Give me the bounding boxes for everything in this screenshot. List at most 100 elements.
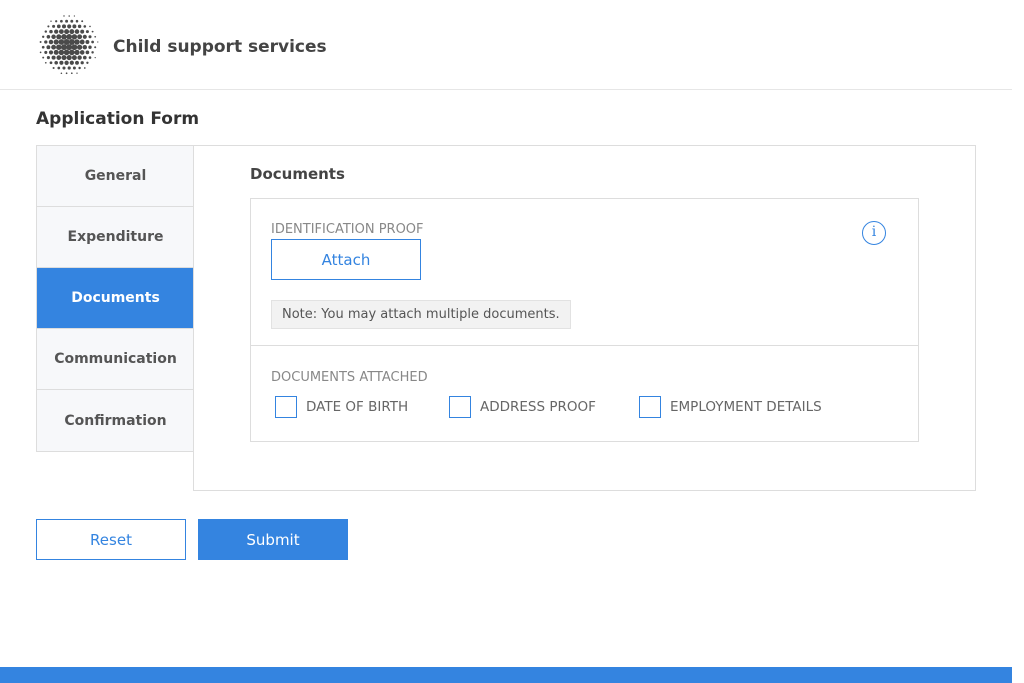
logo-dot bbox=[53, 39, 59, 45]
logo-dot bbox=[61, 55, 67, 61]
reset-button[interactable]: Reset bbox=[36, 519, 186, 560]
logo-dot bbox=[60, 72, 63, 74]
logo-dot bbox=[49, 61, 53, 65]
section-title: Documents bbox=[250, 165, 345, 183]
logo-dot bbox=[68, 49, 75, 56]
logo-dot bbox=[56, 55, 62, 60]
form-sidebar: General Expenditure Documents Communicat… bbox=[36, 145, 194, 452]
logo-dot bbox=[42, 35, 45, 38]
logo-dot bbox=[86, 61, 89, 64]
info-icon[interactable]: i bbox=[862, 221, 886, 245]
application-form: General Expenditure Documents Communicat… bbox=[36, 145, 976, 491]
documents-box: IDENTIFICATION PROOF Attach i Note: You … bbox=[250, 198, 919, 442]
logo-dot bbox=[59, 60, 64, 65]
logo-dot bbox=[85, 50, 90, 55]
documents-panel: Documents IDENTIFICATION PROOF Attach i … bbox=[193, 145, 976, 491]
logo-dot bbox=[68, 39, 75, 45]
logo-dot bbox=[71, 44, 78, 51]
sidebar-item-documents[interactable]: Documents bbox=[37, 268, 194, 329]
logo-dot bbox=[44, 40, 48, 44]
logo-dot bbox=[52, 66, 55, 70]
logo-dot bbox=[50, 20, 52, 22]
logo-dot bbox=[77, 55, 82, 60]
logo-dot bbox=[74, 39, 80, 45]
logo-dot bbox=[69, 29, 75, 35]
logo-dot bbox=[44, 61, 47, 64]
logo-dot bbox=[88, 45, 92, 49]
logo-dot bbox=[67, 24, 72, 29]
logo-dot bbox=[91, 51, 94, 54]
logo-dot bbox=[75, 19, 79, 23]
logo-dot bbox=[82, 44, 88, 50]
checkbox-item-date-of-birth[interactable]: DATE OF BIRTH bbox=[275, 396, 408, 418]
logo-dot bbox=[61, 34, 67, 40]
logo-dot bbox=[51, 55, 56, 60]
logo-dot bbox=[61, 24, 67, 29]
logo-dot bbox=[68, 15, 70, 17]
logo-dot bbox=[77, 24, 82, 29]
logo-dot bbox=[78, 66, 81, 70]
logo-dot bbox=[39, 41, 42, 43]
logo-dot bbox=[64, 60, 69, 65]
logo-dot bbox=[89, 25, 91, 28]
logo-dot bbox=[66, 44, 73, 51]
attach-note: Note: You may attach multiple documents. bbox=[271, 300, 571, 329]
logo-dot bbox=[47, 25, 50, 28]
sidebar-item-general[interactable]: General bbox=[37, 146, 194, 207]
logo-dot bbox=[46, 45, 51, 50]
logo-dot bbox=[73, 15, 76, 17]
submit-button[interactable]: Submit bbox=[198, 519, 348, 560]
logo-dot bbox=[61, 44, 67, 51]
logo-dot bbox=[83, 67, 86, 69]
logo-dot bbox=[65, 19, 69, 23]
app-header: Child support services bbox=[0, 0, 1012, 90]
logo-dot bbox=[74, 29, 80, 34]
logo-dot bbox=[72, 66, 76, 70]
logo-dot bbox=[57, 66, 61, 70]
checkbox-label: EMPLOYMENT DETAILS bbox=[670, 399, 822, 415]
logo-dot bbox=[94, 57, 96, 59]
logo-dot bbox=[80, 29, 85, 34]
logo-dot bbox=[94, 46, 97, 49]
dotted-sphere-logo-icon bbox=[39, 15, 99, 75]
logo-dot bbox=[44, 30, 48, 33]
logo-dot bbox=[48, 50, 54, 55]
logo-dot bbox=[52, 24, 56, 28]
logo-dot bbox=[63, 15, 65, 17]
logo-dot bbox=[76, 72, 78, 74]
logo-dot bbox=[83, 25, 87, 28]
logo-dot bbox=[88, 35, 92, 39]
logo-dot bbox=[77, 34, 83, 40]
date-of-birth-checkbox[interactable] bbox=[275, 396, 297, 418]
logo-dot bbox=[85, 30, 89, 34]
logo-dot bbox=[55, 20, 58, 23]
logo-dot bbox=[71, 34, 78, 40]
logo-dot bbox=[42, 56, 45, 59]
sidebar-item-communication[interactable]: Communication bbox=[37, 329, 194, 390]
page-title: Application Form bbox=[36, 109, 200, 129]
checkbox-item-address-proof[interactable]: ADDRESS PROOF bbox=[449, 396, 596, 418]
logo-dot bbox=[41, 45, 45, 49]
sidebar-item-expenditure[interactable]: Expenditure bbox=[37, 207, 194, 268]
attach-button[interactable]: Attach bbox=[271, 239, 421, 280]
logo-dot bbox=[82, 34, 87, 39]
logo-dot bbox=[72, 24, 77, 29]
address-proof-checkbox[interactable] bbox=[449, 396, 471, 418]
sidebar-item-confirmation[interactable]: Confirmation bbox=[37, 390, 194, 451]
logo-dot bbox=[46, 56, 50, 60]
logo-dot bbox=[91, 30, 94, 33]
logo-dot bbox=[56, 44, 62, 50]
logo-dot bbox=[65, 72, 68, 75]
logo-dot bbox=[60, 19, 63, 23]
logo-dot bbox=[56, 24, 61, 29]
logo-dot bbox=[66, 33, 73, 40]
logo-dot bbox=[82, 55, 87, 60]
app-title: Child support services bbox=[113, 37, 327, 57]
employment-details-checkbox[interactable] bbox=[639, 396, 661, 418]
logo-dot bbox=[58, 39, 65, 45]
logo-dot bbox=[51, 34, 56, 40]
checkbox-item-employment-details[interactable]: EMPLOYMENT DETAILS bbox=[639, 396, 822, 418]
logo-dot bbox=[70, 19, 74, 23]
logo-dot bbox=[79, 50, 85, 55]
identification-proof-label: IDENTIFICATION PROOF bbox=[271, 222, 424, 237]
